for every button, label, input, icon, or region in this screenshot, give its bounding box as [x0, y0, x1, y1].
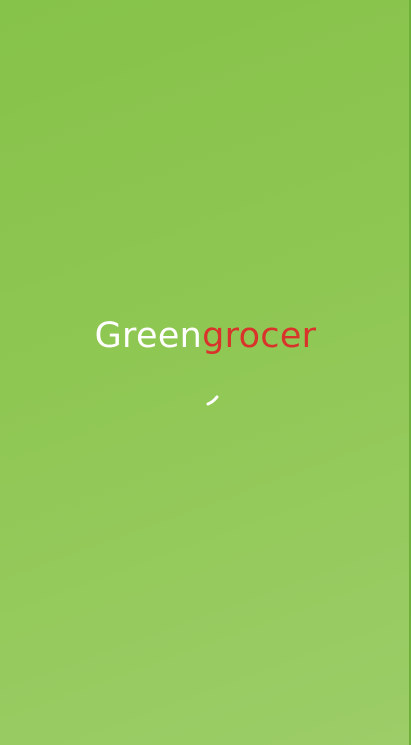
app-logo-wordmark: Greengrocer — [0, 314, 411, 358]
loading-spinner-icon — [196, 384, 226, 414]
brand-name-grocer: grocer — [202, 316, 317, 356]
splash-screen: Greengrocer — [0, 0, 411, 745]
brand-name-green: Green — [94, 316, 203, 356]
